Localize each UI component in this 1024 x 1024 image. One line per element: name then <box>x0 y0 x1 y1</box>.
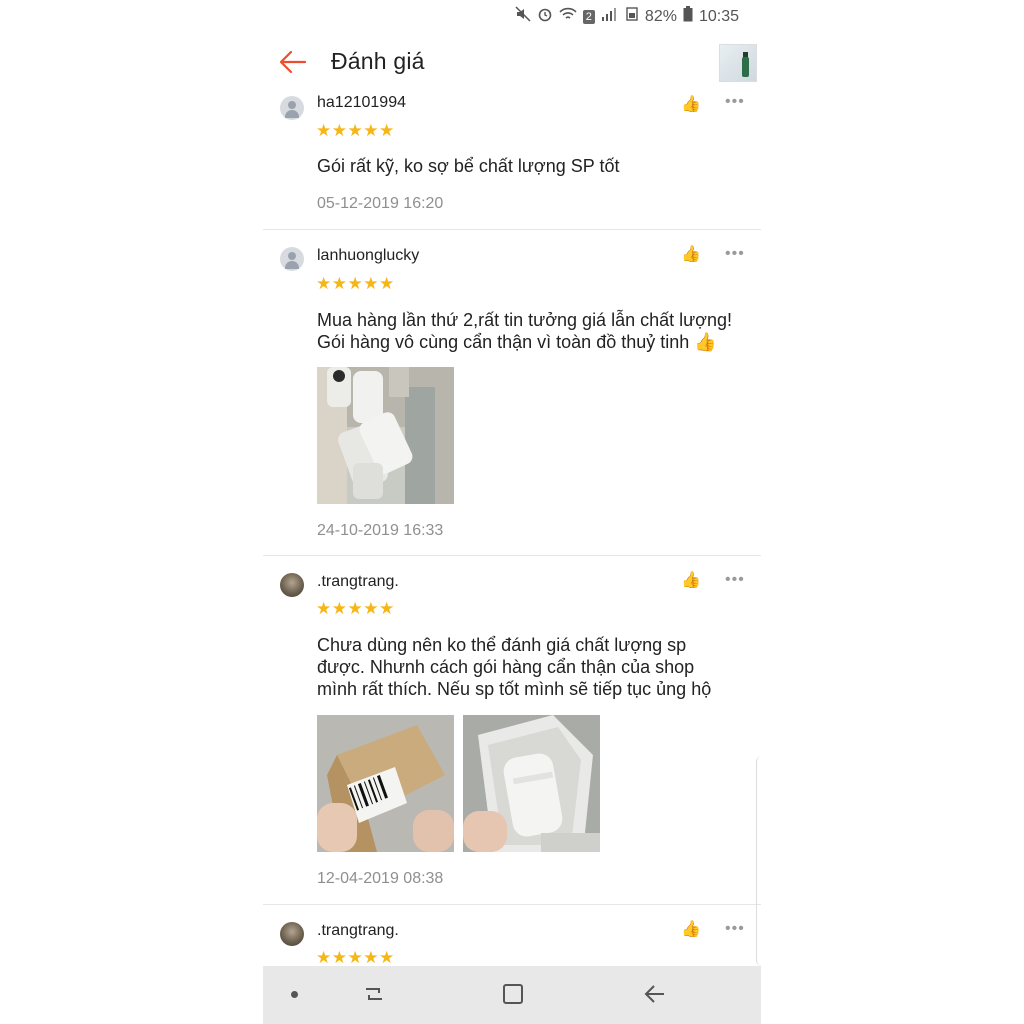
review-photo-image <box>463 715 600 852</box>
rating-stars: ★★★★★ <box>316 599 395 618</box>
back-button[interactable] <box>277 46 309 78</box>
home-button[interactable] <box>503 984 523 1004</box>
review-photo[interactable] <box>317 715 454 852</box>
more-options-icon[interactable]: ••• <box>725 572 745 588</box>
arrow-left-icon <box>279 50 307 74</box>
review-comment-line: Mua hàng lần thứ 2,rất tin tưởng giá lẫn… <box>317 310 732 330</box>
like-icon[interactable]: 👍 <box>681 244 701 264</box>
like-icon[interactable]: 👍 <box>681 919 701 939</box>
nav-dot-icon[interactable] <box>291 991 298 998</box>
page-title: Đánh giá <box>331 48 425 74</box>
alarm-icon <box>537 6 553 27</box>
reviewer-name[interactable]: lanhuonglucky <box>317 247 419 265</box>
review-comment-line: Chưa dùng nên ko thể đánh giá chất lượng… <box>317 635 687 655</box>
reviewer-name[interactable]: ha12101994 <box>317 94 406 112</box>
battery-percent: 82% <box>644 7 677 25</box>
review-date: 12-04-2019 08:38 <box>317 870 444 887</box>
scrollbar[interactable] <box>756 756 761 966</box>
system-nav-bar <box>263 966 761 1024</box>
divider <box>263 904 761 905</box>
recent-apps-button[interactable] <box>363 983 385 1005</box>
review-photo-image <box>317 367 454 504</box>
more-options-icon[interactable]: ••• <box>725 246 745 262</box>
divider <box>263 229 761 230</box>
rating-stars: ★★★★★ <box>316 948 395 967</box>
avatar[interactable] <box>280 573 304 597</box>
signal-2-icon <box>625 7 639 26</box>
system-back-button[interactable] <box>643 983 667 1005</box>
review-comment-line: được. Nhưnh cách gói hàng cẩn thận của s… <box>317 657 695 677</box>
review-comment: Gói rất kỹ, ko sợ bể chất lượng SP tốt <box>317 156 620 176</box>
rating-stars: ★★★★★ <box>316 274 395 293</box>
recent-apps-icon <box>366 988 382 1000</box>
avatar[interactable] <box>280 247 304 271</box>
reviewer-name[interactable]: .trangtrang. <box>317 573 399 591</box>
review-comment-line: Gói hàng vô cùng cẩn thận vì toàn đồ thu… <box>317 332 717 352</box>
review-photo-image <box>317 715 454 852</box>
review-date: 24-10-2019 16:33 <box>317 522 444 539</box>
status-bar: 2 82% 10:35 <box>263 0 761 30</box>
more-options-icon[interactable]: ••• <box>725 94 745 110</box>
sim-badge: 2 <box>582 9 595 24</box>
review-comment-line: mình rất thích. Nếu sp tốt mình sẽ tiếp … <box>317 679 712 699</box>
app-header: Đánh giá <box>263 36 761 92</box>
battery-icon <box>683 6 693 27</box>
review-screen: 2 82% 10:35 Đánh giá ha12101994 👍 ••• ★★… <box>263 0 761 1024</box>
more-options-icon[interactable]: ••• <box>725 921 745 937</box>
review-date: 05-12-2019 16:20 <box>317 195 444 212</box>
review-photo[interactable] <box>317 367 454 504</box>
review-photo[interactable] <box>463 715 600 852</box>
avatar[interactable] <box>280 96 304 120</box>
like-icon[interactable]: 👍 <box>681 94 701 114</box>
status-icons: 2 82% 10:35 <box>515 6 739 27</box>
reviewer-name[interactable]: .trangtrang. <box>317 922 399 940</box>
wifi-icon <box>559 7 577 26</box>
avatar[interactable] <box>280 922 304 946</box>
clock: 10:35 <box>698 7 739 25</box>
signal-icon <box>601 7 619 26</box>
product-thumbnail[interactable] <box>719 44 757 82</box>
like-icon[interactable]: 👍 <box>681 570 701 590</box>
mute-icon <box>515 6 531 27</box>
divider <box>263 555 761 556</box>
back-arrow-icon <box>644 985 664 1003</box>
rating-stars: ★★★★★ <box>316 121 395 140</box>
